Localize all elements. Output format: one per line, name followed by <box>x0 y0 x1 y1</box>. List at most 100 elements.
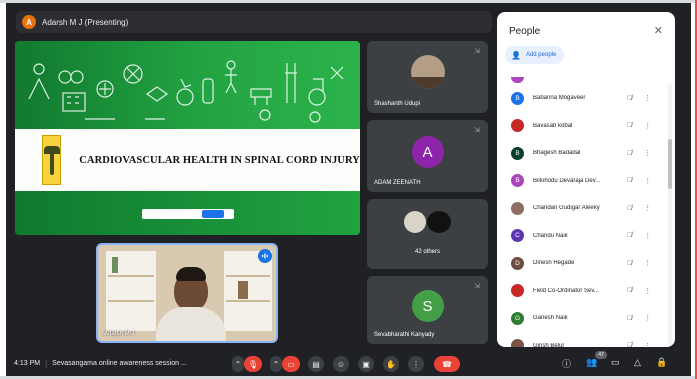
participant-name: Bavasab kobal <box>533 122 573 129</box>
add-person-icon: 👤 <box>511 50 521 60</box>
mic-muted-icon[interactable]: 🎙̸ <box>627 95 632 102</box>
participant-avatar <box>511 119 524 132</box>
more-options-icon[interactable]: ⋮ <box>644 122 651 130</box>
tile-name: Shashanth Udupi <box>374 101 421 107</box>
pin-icon[interactable]: ⇲ <box>474 282 480 290</box>
participant-avatar: C <box>511 229 524 242</box>
mic-muted-icon[interactable]: 🎙̸ <box>627 315 632 322</box>
slide-link-button <box>202 210 224 218</box>
mic-muted-icon[interactable]: 🎙̸ <box>627 150 632 157</box>
more-options-icon[interactable]: ⋮ <box>644 314 651 322</box>
more-options-icon[interactable]: ⋮ <box>408 356 424 372</box>
presenter-label: Adarsh M J (Presenting) <box>42 17 129 27</box>
organization-logo <box>42 135 62 185</box>
participant-name: Babanna Mogaveer <box>533 95 586 101</box>
participant-row[interactable]: B Bhagesh Badadal 🎙̸ ⋮ <box>511 143 661 163</box>
participant-row[interactable]: Chandan Gudigar Aleeky 🎙̸ ⋮ <box>511 198 661 218</box>
more-options-icon[interactable]: ⋮ <box>644 287 651 295</box>
participant-name: Ganesh Naik <box>533 315 568 321</box>
more-options-icon[interactable]: ⋮ <box>644 149 651 157</box>
others-avatar <box>404 211 426 233</box>
slide-title: CARDIOVASCULAR HEALTH IN SPINAL CORD INJ… <box>79 154 360 166</box>
control-bar: 4:13 PM | Sevasangama online awareness s… <box>6 351 691 376</box>
participant-row[interactable]: D Dinesh Hegade 🎙̸ ⋮ <box>511 253 661 273</box>
mic-options-chevron-icon[interactable]: ⌃ <box>232 356 244 372</box>
mic-muted-icon[interactable]: 🎙̸ <box>627 342 632 347</box>
mic-off-icon[interactable]: 🎙 <box>244 356 262 372</box>
participant-name: Field Co-Ordinator Sev... <box>533 287 599 294</box>
participant-avatar <box>511 284 524 297</box>
more-options-icon[interactable]: ⋮ <box>644 342 651 348</box>
participant-photo <box>410 55 445 89</box>
participant-row[interactable]: Field Co-Ordinator Sev... 🎙̸ ⋮ <box>511 281 661 301</box>
participant-avatar <box>511 339 524 347</box>
participant-count-badge: 47 <box>595 351 607 359</box>
more-options-icon[interactable]: ⋮ <box>644 232 651 240</box>
participant-name: Chandu Naik <box>533 232 568 239</box>
add-people-button[interactable]: 👤 Add people <box>505 46 565 64</box>
camera-off-icon[interactable]: ▭ <box>282 356 300 372</box>
slide-link-bar <box>142 209 234 219</box>
pin-icon[interactable]: ⇲ <box>474 126 480 134</box>
scrollbar-thumb[interactable] <box>668 139 672 189</box>
slide-title-band: CARDIOVASCULAR HEALTH IN SPINAL CORD INJ… <box>15 129 360 191</box>
tile-name: Sevabharathi Kanyady <box>374 332 435 338</box>
people-icon[interactable]: 👥 <box>586 357 597 368</box>
participant-row[interactable]: Girish Belur 🎙̸ ⋮ <box>511 336 661 348</box>
presenter-bar: A Adarsh M J (Presenting) <box>16 11 492 33</box>
people-panel: People ✕ 👤 Add people B Babanna Mogaveer 🎙… <box>497 12 675 347</box>
meeting-title: Sevasangama online awareness session ... <box>52 360 187 367</box>
participant-avatar: D <box>511 256 524 270</box>
mic-muted-icon[interactable]: 🎙̸ <box>627 232 632 239</box>
captions-icon[interactable]: ▤ <box>308 356 324 372</box>
mic-muted-icon[interactable]: 🎙̸ <box>627 260 632 267</box>
participant-tile[interactable]: S ⇲ Sevabharathi Kanyady <box>367 276 488 344</box>
participant-list: B Babanna Mogaveer 🎙̸ ⋮ Bavasab kobal 🎙̸ ⋮ B Bha… <box>497 72 665 347</box>
more-options-icon[interactable]: ⋮ <box>644 204 651 212</box>
close-icon[interactable]: ✕ <box>654 24 663 37</box>
participant-avatar: A <box>411 136 444 168</box>
people-scrollbar[interactable] <box>668 84 672 346</box>
participant-row[interactable]: C Chandu Naik 🎙̸ ⋮ <box>511 226 661 246</box>
mic-muted-icon[interactable]: 🎙̸ <box>627 122 632 129</box>
participant-avatar <box>511 201 524 215</box>
host-controls-icon[interactable]: 🔒 <box>656 357 667 368</box>
participant-name: Dinesh Hegade <box>533 260 575 266</box>
participant-avatar: S <box>411 290 444 322</box>
presenter-avatar: A <box>22 15 36 29</box>
others-tile[interactable]: 42 others <box>367 199 488 269</box>
self-view-tile[interactable]: Adarsh M J <box>96 243 278 343</box>
meeting-details-icon[interactable]: ⓘ <box>562 357 571 370</box>
participant-avatar: B <box>511 146 524 160</box>
more-options-icon[interactable]: ⋮ <box>644 259 651 267</box>
bookshelf-right <box>224 251 272 331</box>
emoji-icon[interactable]: ☺ <box>333 356 349 372</box>
camera-options-chevron-icon[interactable]: ⌃ <box>270 356 282 372</box>
mic-muted-icon[interactable]: 🎙̸ <box>627 287 632 294</box>
mic-muted-icon[interactable]: 🎙̸ <box>627 177 632 184</box>
participant-name: Bhagesh Badadal <box>533 150 581 156</box>
participant-row[interactable]: B Billohodu Devaraja Dev... 🎙̸ ⋮ <box>511 171 661 191</box>
more-options-icon[interactable]: ⋮ <box>644 177 651 185</box>
add-people-label: Add people <box>525 52 557 58</box>
health-icons-illustration <box>28 60 344 123</box>
leave-call-icon[interactable]: ☎ <box>434 356 460 372</box>
participant-row[interactable]: B Babanna Mogaveer 🎙̸ ⋮ <box>511 88 661 108</box>
present-screen-icon[interactable]: ▣ <box>358 356 374 372</box>
activities-icon[interactable]: △ <box>634 357 641 368</box>
participant-row[interactable]: Bavasab kobal 🎙̸ ⋮ <box>511 116 661 136</box>
clock: 4:13 PM <box>14 360 41 367</box>
raise-hand-icon[interactable]: ✋ <box>383 356 399 372</box>
participant-tile[interactable]: ⇲ Shashanth Udupi <box>367 41 488 113</box>
participant-avatar: B <box>511 174 524 187</box>
pin-icon[interactable]: ⇲ <box>474 47 480 55</box>
more-options-icon[interactable]: ⋮ <box>644 94 651 102</box>
chat-icon[interactable]: ▭ <box>611 357 620 368</box>
participant-row[interactable]: G Ganesh Naik 🎙̸ ⋮ <box>511 308 661 328</box>
presentation-slide[interactable]: CARDIOVASCULAR HEALTH IN SPINAL CORD INJ… <box>15 41 360 235</box>
audio-indicator-icon <box>258 249 272 263</box>
others-avatar <box>427 211 451 233</box>
mic-muted-icon[interactable]: 🎙̸ <box>627 205 632 212</box>
participant-tile[interactable]: A ⇲ ADAM ZEENATH <box>367 120 488 192</box>
people-panel-title: People <box>509 26 541 37</box>
